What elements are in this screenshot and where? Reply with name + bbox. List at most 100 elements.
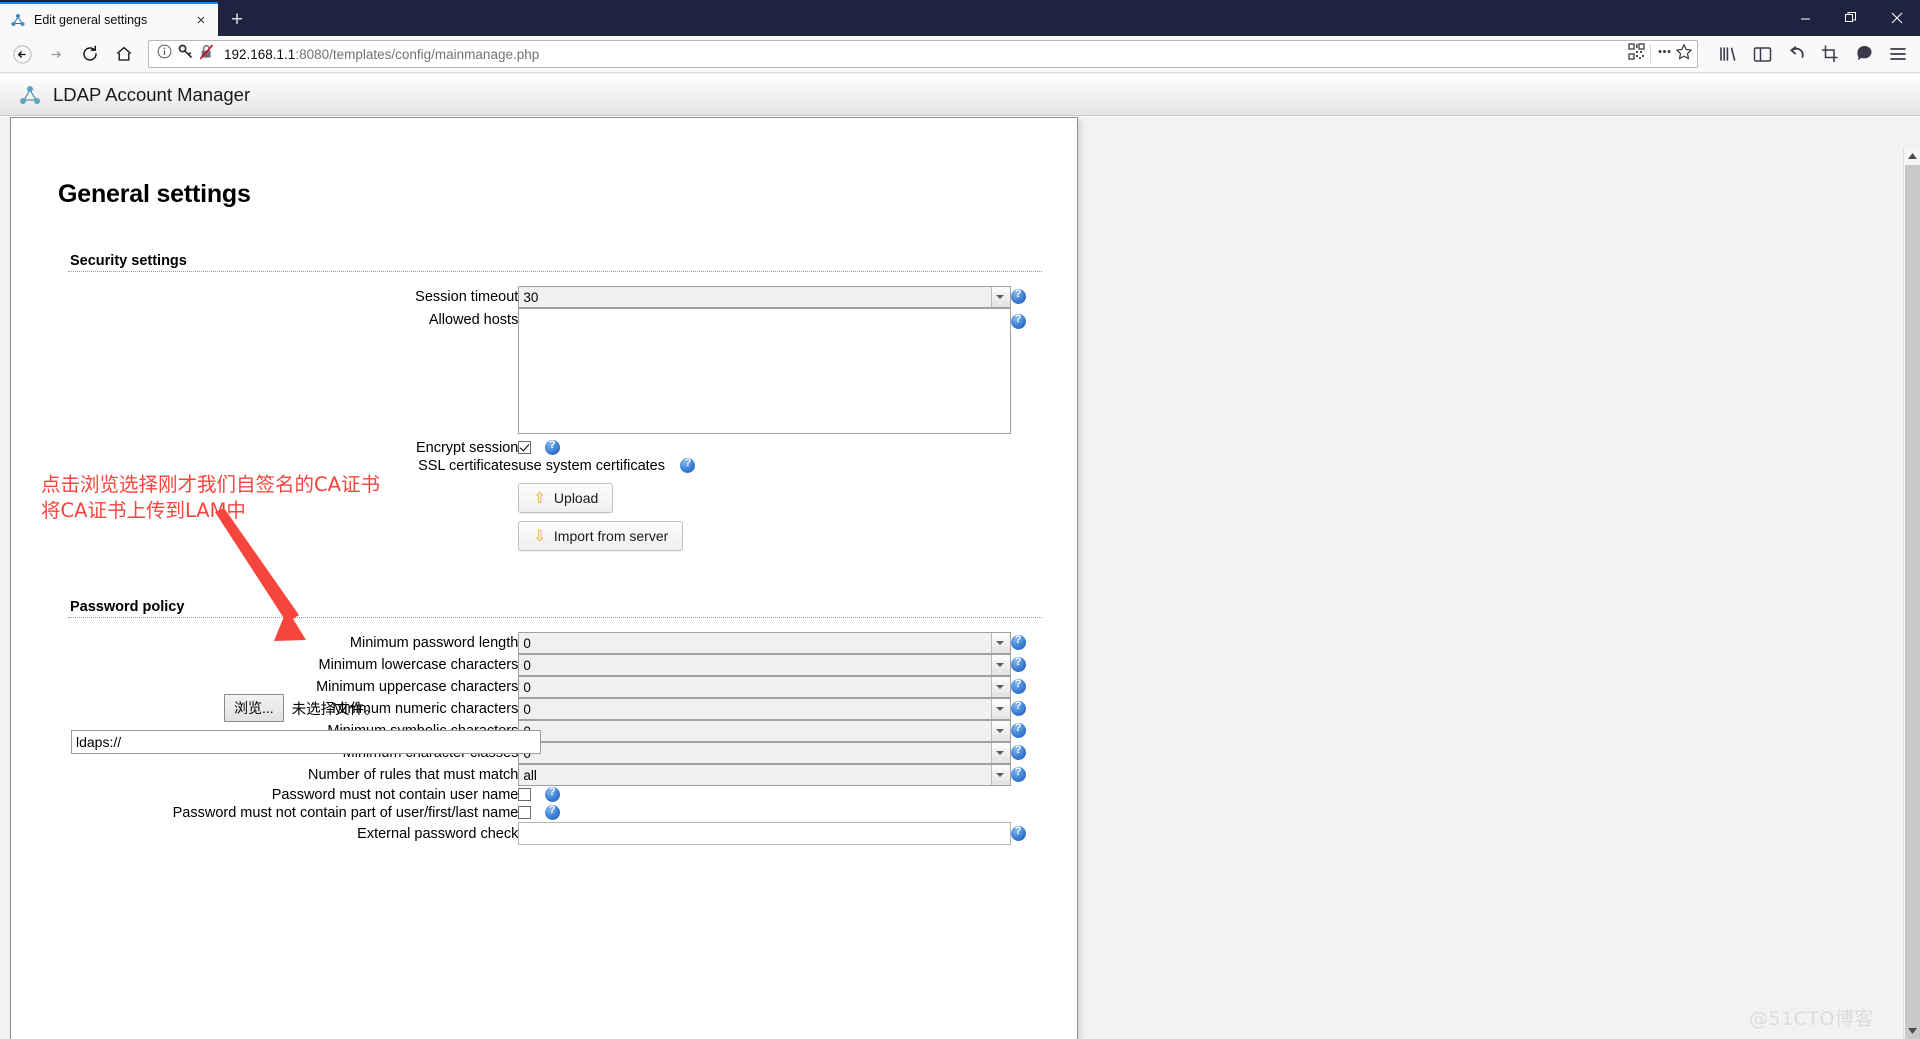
restore-button[interactable] — [1828, 0, 1874, 36]
pocket-icon[interactable] — [1848, 39, 1880, 69]
tab-title: Edit general settings — [34, 13, 148, 27]
help-icon[interactable] — [544, 439, 560, 456]
password-policy-section: Password policy Minimum password length … — [11, 599, 1077, 845]
browser-tab[interactable]: Edit general settings × — [0, 2, 218, 36]
help-icon[interactable] — [544, 786, 560, 803]
url-path: :8080/templates/config/mainmanage.php — [295, 46, 540, 62]
download-arrow-icon: ⇩ — [533, 527, 546, 545]
min-lowercase-label: Minimum lowercase characters — [318, 657, 519, 673]
minimize-button[interactable] — [1782, 0, 1828, 36]
sidebar-icon[interactable] — [1746, 39, 1778, 69]
encrypt-session-row: Encrypt session — [68, 439, 1042, 457]
min-char-classes-select[interactable]: 0 — [518, 742, 1011, 764]
file-chooser-status: 未选择文件。 — [291, 701, 379, 718]
library-icon[interactable] — [1712, 39, 1744, 69]
allowed-hosts-label: Allowed hosts — [428, 312, 519, 328]
tab-close-icon[interactable]: × — [192, 11, 210, 29]
undo-icon[interactable] — [1780, 39, 1812, 69]
lam-tree-logo-icon — [18, 83, 42, 107]
upload-arrow-icon: ⇧ — [533, 489, 546, 507]
rules-match-select[interactable]: all — [518, 764, 1011, 786]
screenshot-icon[interactable] — [1814, 39, 1846, 69]
url-host: 192.168.1.1 — [224, 46, 296, 62]
lam-tree-icon — [10, 12, 26, 28]
external-check-row: External password check — [68, 822, 1042, 845]
min-lowercase-select[interactable]: 0 — [518, 654, 1011, 676]
upload-button[interactable]: ⇧ Upload — [518, 483, 614, 513]
help-icon[interactable] — [1010, 825, 1026, 841]
help-icon[interactable] — [1010, 634, 1026, 651]
help-icon[interactable] — [1010, 700, 1026, 717]
scrollbar-thumb[interactable] — [1905, 165, 1920, 1039]
back-button[interactable] — [6, 39, 38, 69]
section-divider — [68, 271, 1042, 272]
no-partial-name-row: Password must not contain part of user/f… — [68, 804, 1042, 822]
no-partial-name-checkbox[interactable] — [518, 806, 532, 820]
password-policy-heading: Password policy — [70, 599, 185, 615]
min-password-length-row: Minimum password length 0 — [68, 632, 1042, 654]
ldaps-url-input[interactable] — [71, 730, 541, 754]
help-icon[interactable] — [1010, 313, 1026, 330]
help-icon[interactable] — [1010, 288, 1026, 305]
no-username-label: Password must not contain user name — [271, 787, 519, 803]
min-password-length-label: Minimum password length — [349, 635, 519, 651]
allowed-hosts-row: Allowed hosts — [68, 308, 1042, 439]
scroll-up-icon[interactable] — [1904, 148, 1920, 165]
min-uppercase-select[interactable]: 0 — [518, 676, 1011, 698]
url-divider — [1650, 45, 1651, 63]
rules-match-row: Number of rules that must match all — [68, 764, 1042, 786]
broken-lock-icon[interactable] — [199, 43, 214, 65]
address-bar[interactable]: 192.168.1.1:8080/templates/config/mainma… — [148, 40, 1698, 68]
qr-code-icon[interactable] — [1628, 43, 1645, 65]
lam-app-header: LDAP Account Manager — [0, 74, 1920, 116]
min-uppercase-row: Minimum uppercase characters 0 — [68, 676, 1042, 698]
help-icon[interactable] — [1010, 744, 1026, 761]
rules-match-label: Number of rules that must match — [308, 767, 519, 783]
help-icon[interactable] — [680, 457, 696, 474]
hamburger-menu-icon[interactable] — [1882, 39, 1914, 69]
ssl-certificates-status: use system certificates — [518, 457, 666, 474]
bookmark-star-icon[interactable] — [1675, 43, 1693, 66]
import-from-server-button[interactable]: ⇩ Import from server — [518, 521, 684, 551]
reload-button[interactable] — [74, 39, 106, 69]
help-icon[interactable] — [1010, 766, 1026, 783]
window-controls — [1782, 0, 1920, 36]
settings-panel: General settings Security settings Sessi… — [10, 117, 1078, 1039]
upload-button-label: Upload — [553, 490, 599, 506]
min-numeric-row: Minimum numeric characters 0 — [68, 698, 1042, 720]
annotation-text: 点击浏览选择刚才我们自签名的CA证书 将CA证书上传到LAM中 — [41, 473, 380, 522]
home-button[interactable] — [108, 39, 140, 69]
min-lowercase-row: Minimum lowercase characters 0 — [68, 654, 1042, 676]
session-timeout-select[interactable]: 30 — [518, 286, 1011, 308]
info-icon[interactable] — [157, 44, 172, 64]
help-icon[interactable] — [1010, 656, 1026, 673]
import-button-label: Import from server — [553, 528, 669, 544]
close-button[interactable] — [1874, 0, 1920, 36]
page-actions-icon[interactable] — [1656, 43, 1673, 65]
browse-file-button[interactable]: 浏览... — [224, 694, 284, 722]
encrypt-session-checkbox[interactable] — [518, 441, 532, 455]
session-timeout-label: Session timeout — [415, 289, 519, 305]
external-check-input[interactable] — [518, 822, 1011, 845]
session-timeout-row: Session timeout 30 — [68, 286, 1042, 308]
security-settings-heading: Security settings — [70, 253, 187, 269]
browser-window: Edit general settings × + 192.168.1.1:80… — [0, 0, 1920, 1039]
new-tab-button[interactable]: + — [218, 2, 256, 36]
forward-button[interactable] — [40, 39, 72, 69]
browser-toolbar-right — [1706, 39, 1914, 69]
watermark: @51CTO博客 — [1748, 1008, 1874, 1030]
scroll-down-icon[interactable] — [1904, 1022, 1920, 1039]
section-divider — [68, 617, 1042, 618]
min-symbolic-select[interactable]: 0 — [518, 720, 1011, 742]
allowed-hosts-textarea[interactable] — [518, 308, 1011, 434]
min-numeric-select[interactable]: 0 — [518, 698, 1011, 720]
help-icon[interactable] — [1010, 722, 1026, 739]
lam-app-title: LDAP Account Manager — [53, 83, 251, 105]
browser-navbar: 192.168.1.1:8080/templates/config/mainma… — [0, 36, 1920, 73]
no-username-checkbox[interactable] — [518, 788, 532, 802]
min-password-length-select[interactable]: 0 — [518, 632, 1011, 654]
key-icon[interactable] — [178, 44, 193, 64]
help-icon[interactable] — [1010, 678, 1026, 695]
page-scrollbar[interactable] — [1903, 148, 1920, 1039]
help-icon[interactable] — [544, 804, 560, 821]
